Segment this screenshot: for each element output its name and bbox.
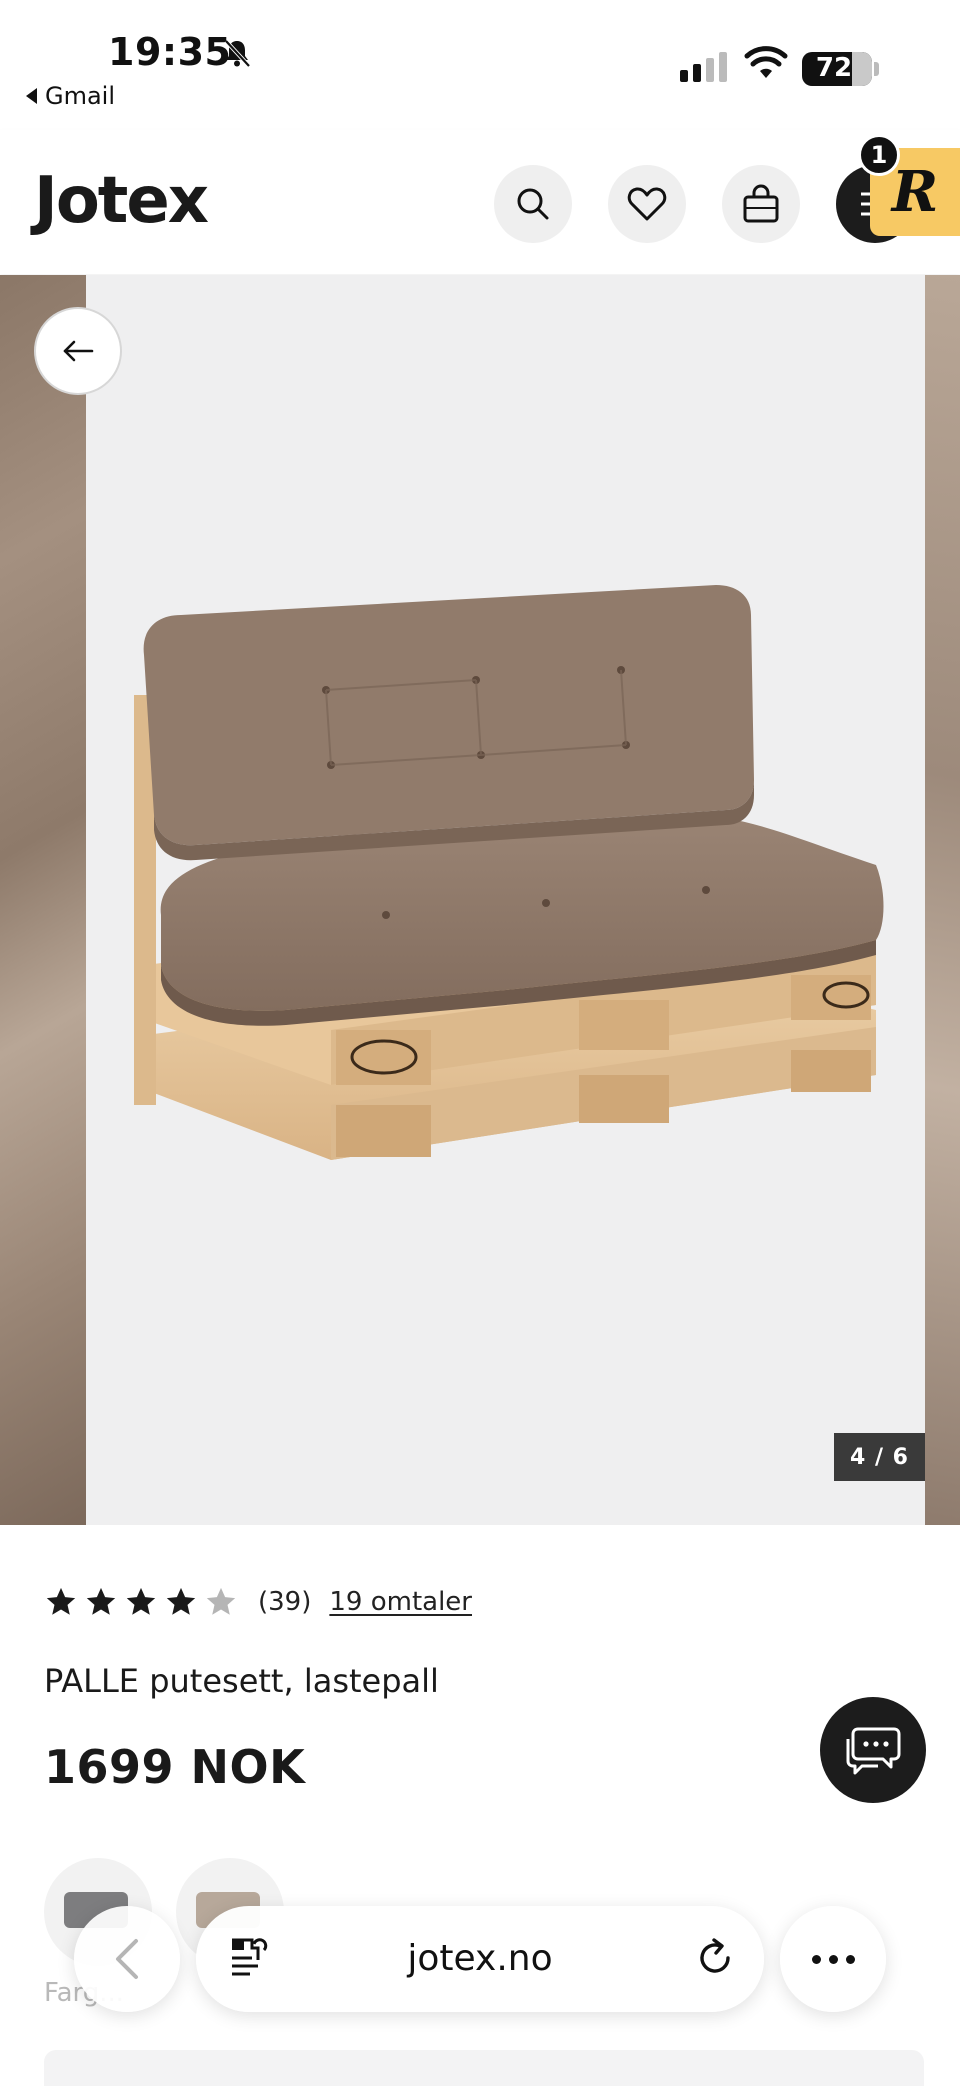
product-image[interactable] — [86, 275, 925, 1525]
chat-bubbles-icon — [846, 1727, 901, 1775]
more-dot-icon — [811, 1954, 821, 1964]
more-options-button[interactable] — [780, 1906, 886, 2012]
rating-count: (39) — [258, 1587, 312, 1617]
reload-icon[interactable] — [692, 1936, 738, 1982]
gallery-prev-image-peek[interactable] — [0, 275, 86, 1525]
chat-button[interactable] — [820, 1697, 926, 1803]
site-header: Jotex — [0, 130, 960, 274]
wifi-icon — [744, 46, 788, 78]
signal-icon — [680, 52, 727, 82]
heart-icon — [627, 187, 667, 221]
notification-badge: 1 — [858, 134, 900, 176]
more-dot-icon — [845, 1954, 855, 1964]
pallet-cushion-illustration — [134, 585, 884, 1160]
bell-slash-icon — [224, 39, 251, 68]
star-icon — [126, 1587, 156, 1615]
back-to-gmail[interactable]: Gmail — [26, 82, 115, 110]
product-name: PALLE putesett, lastepall — [44, 1662, 439, 1700]
address-bar[interactable]: jotex.no — [196, 1906, 764, 2012]
next-section-card — [44, 2050, 924, 2086]
bag-icon — [743, 184, 779, 223]
gallery-next-image-peek[interactable] — [925, 275, 960, 1525]
cart-button[interactable] — [722, 165, 800, 243]
arrow-left-icon — [63, 340, 94, 362]
image-counter: 4 / 6 — [834, 1433, 925, 1481]
search-icon — [517, 188, 549, 220]
product-gallery[interactable]: 4 / 6 — [0, 275, 960, 1525]
star-icon — [166, 1587, 196, 1615]
status-time: 19:35 — [108, 30, 232, 74]
rating-row: (39) 19 omtaler — [44, 1580, 472, 1624]
url-text: jotex.no — [407, 1938, 553, 1979]
star-icon — [206, 1587, 236, 1615]
star-icon — [46, 1587, 76, 1615]
more-dot-icon — [828, 1954, 838, 1964]
star-icon — [86, 1587, 116, 1615]
jotex-logo[interactable]: Jotex — [34, 164, 209, 238]
chevron-left-icon — [116, 1939, 138, 1979]
back-app-label: Gmail — [45, 82, 116, 110]
browser-back-button[interactable] — [74, 1906, 180, 2012]
gallery-back-button[interactable] — [34, 307, 122, 395]
r-tab-letter: R — [891, 159, 939, 225]
product-price: 1699 NOK — [44, 1740, 306, 1794]
battery-percent: 72 — [815, 53, 853, 83]
search-button[interactable] — [494, 165, 572, 243]
back-triangle-icon — [26, 88, 37, 104]
battery-nub — [874, 62, 879, 76]
reviews-link[interactable]: 19 omtaler — [329, 1587, 472, 1617]
star-rating[interactable] — [44, 1585, 238, 1619]
battery-icon: 72 — [802, 52, 872, 86]
status-bar: 19:35 Gmail 72 — [0, 0, 960, 120]
wishlist-button[interactable] — [608, 165, 686, 243]
